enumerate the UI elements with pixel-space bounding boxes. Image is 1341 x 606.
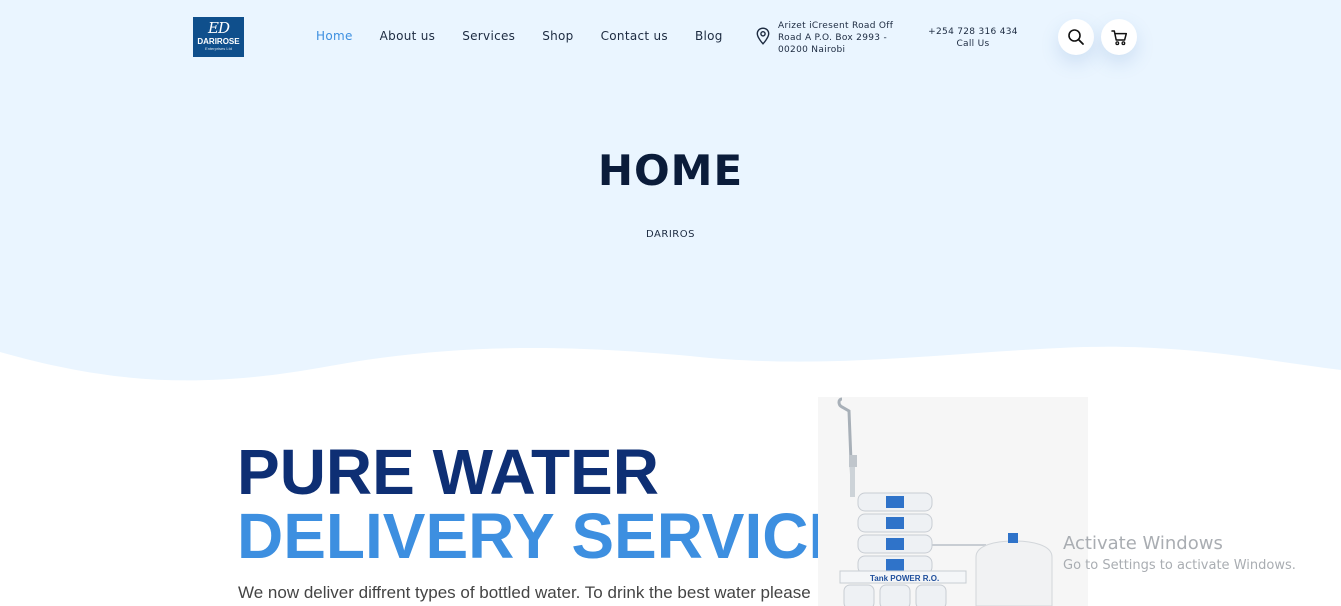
logo-subtitle: Enterprises Ltd: [205, 46, 232, 51]
address-line: Arizet iCresent Road Off: [778, 21, 894, 31]
phone-block[interactable]: +254 728 316 434 Call Us: [924, 26, 1022, 50]
logo-mark: ED: [208, 19, 230, 37]
intro-text: We now deliver diffrent types of bottled…: [238, 583, 811, 602]
search-button[interactable]: [1058, 19, 1094, 55]
phone-number[interactable]: +254 728 316 434: [924, 26, 1022, 38]
phone-label: Call Us: [956, 39, 990, 49]
cart-button[interactable]: [1101, 19, 1137, 55]
main-nav: Home About us Services Shop Contact us B…: [316, 29, 723, 43]
nav-item-about-us[interactable]: About us: [380, 29, 436, 43]
nav-item-services[interactable]: Services: [462, 29, 515, 43]
water-filter-illustration: Tank POWER R.O.: [837, 397, 1053, 606]
product-image: Tank POWER R.O.: [818, 397, 1088, 606]
nav-item-contact-us[interactable]: Contact us: [601, 29, 668, 43]
watermark-title: Activate Windows: [1063, 533, 1223, 554]
filter-brand-label: Tank POWER R.O.: [870, 574, 939, 583]
map-pin-icon: [756, 27, 770, 45]
wave-divider: [0, 346, 1341, 400]
nav-item-blog[interactable]: Blog: [695, 29, 723, 43]
site-logo[interactable]: ED DARIROSE Enterprises Ltd: [193, 17, 244, 57]
logo-name: DARIROSE: [197, 37, 240, 46]
activate-windows-watermark: Activate Windows Go to Settings to activ…: [1063, 533, 1296, 576]
headline-secondary: DELIVERY SERVICE: [237, 500, 852, 572]
page-title: HOME: [597, 146, 744, 195]
address-line: Road A P.O. Box 2993 -: [778, 33, 887, 43]
nav-item-shop[interactable]: Shop: [542, 29, 573, 43]
nav-item-home[interactable]: Home: [316, 29, 353, 43]
address-line: 00200 Nairobi: [778, 45, 846, 55]
search-icon: [1068, 29, 1084, 45]
breadcrumb[interactable]: DARIROS: [0, 229, 1341, 240]
watermark-subtitle: Go to Settings to activate Windows.: [1063, 558, 1296, 573]
headline-primary: PURE WATER: [237, 436, 659, 508]
cart-icon: [1110, 29, 1127, 45]
address-block: Arizet iCresent Road Off Road A P.O. Box…: [778, 20, 908, 56]
